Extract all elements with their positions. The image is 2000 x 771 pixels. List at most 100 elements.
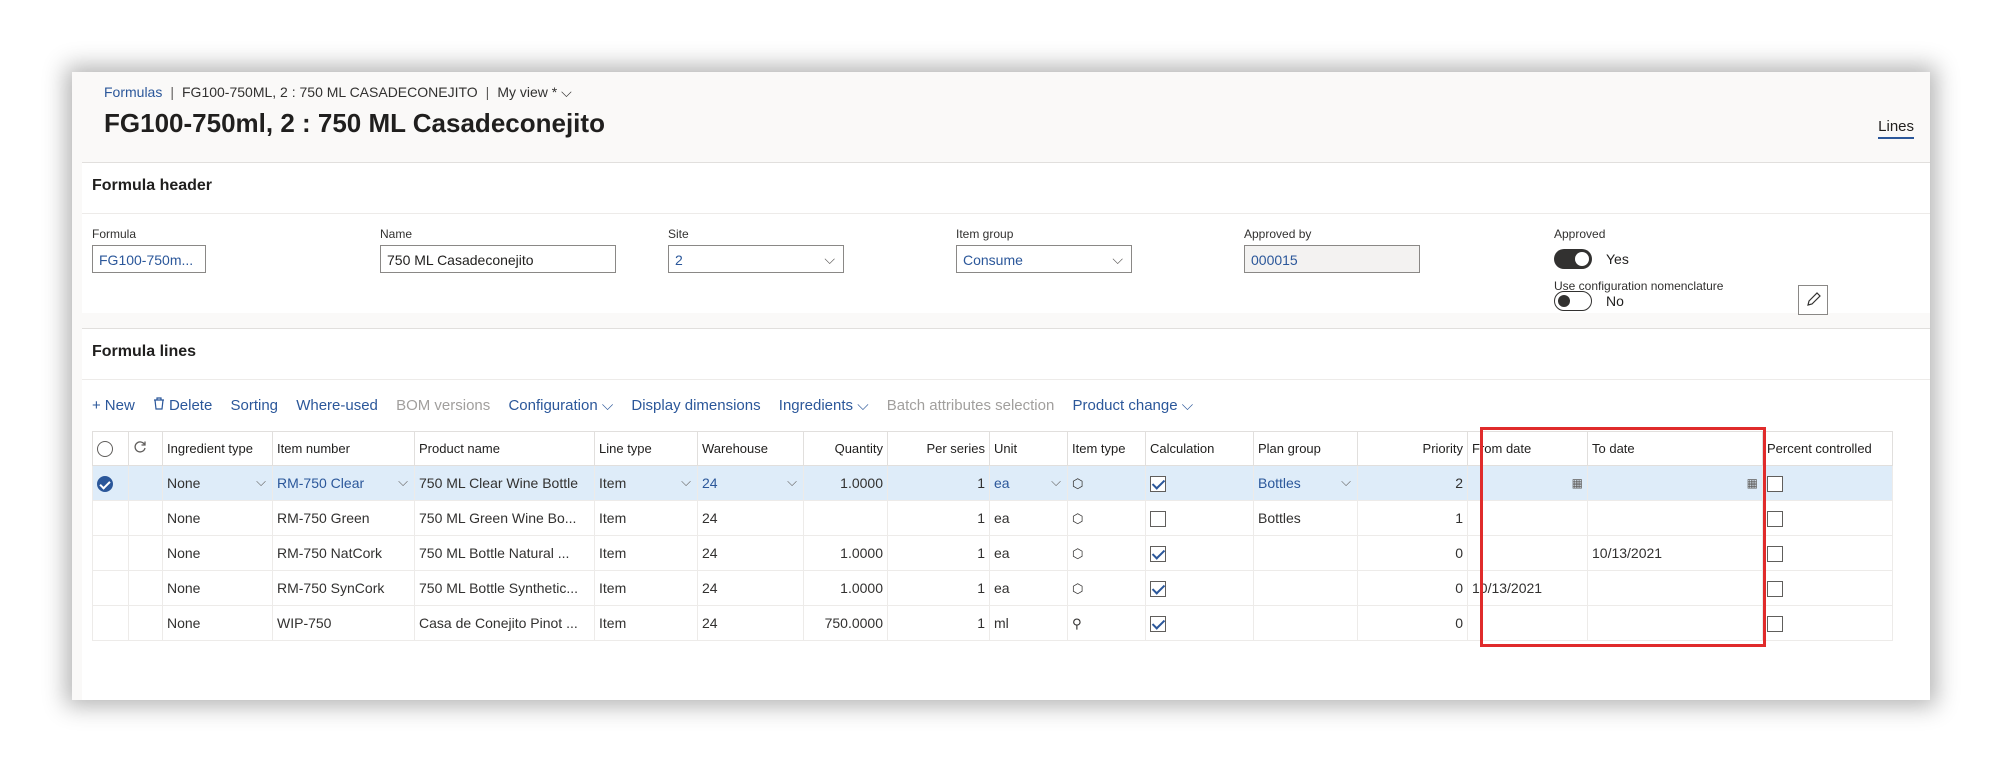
- ingredients-menu[interactable]: Ingredients ⌵: [779, 397, 869, 414]
- warehouse-cell[interactable]: 24: [697, 535, 804, 571]
- column-header-plan-group[interactable]: Plan group: [1253, 431, 1358, 466]
- item-number-cell[interactable]: WIP-750: [272, 605, 415, 641]
- unit-select[interactable]: ea ⌵: [989, 465, 1068, 501]
- calculation-cell[interactable]: [1145, 535, 1254, 571]
- ingredient-type-cell[interactable]: None: [162, 605, 273, 641]
- per-series-cell[interactable]: 1: [887, 500, 990, 536]
- column-header-ingredient-type[interactable]: Ingredient type: [162, 431, 273, 466]
- to-date-cell[interactable]: [1587, 500, 1763, 536]
- plan-group-cell[interactable]: [1253, 535, 1358, 571]
- column-header-item-type[interactable]: Item type: [1067, 431, 1146, 466]
- calculation-cell[interactable]: [1145, 570, 1254, 606]
- product-name-cell[interactable]: 750 ML Bottle Natural ...: [414, 535, 595, 571]
- plan-group-cell[interactable]: [1253, 605, 1358, 641]
- calendar-icon[interactable]: ▦: [1572, 476, 1583, 490]
- item-group-select[interactable]: Consume ⌵: [956, 245, 1132, 273]
- percent-controlled-cell[interactable]: [1762, 605, 1893, 641]
- column-header-from-date[interactable]: From date: [1467, 431, 1588, 466]
- approved-toggle[interactable]: [1554, 249, 1592, 269]
- configuration-menu[interactable]: Configuration ⌵: [508, 397, 613, 414]
- display-dimensions-button[interactable]: Display dimensions: [631, 397, 760, 414]
- calendar-icon[interactable]: ▦: [1747, 476, 1758, 490]
- product-name-cell[interactable]: Casa de Conejito Pinot ...: [414, 605, 595, 641]
- calculation-cell[interactable]: [1145, 465, 1254, 501]
- column-header-unit[interactable]: Unit: [989, 431, 1068, 466]
- line-type-cell[interactable]: Item: [594, 570, 698, 606]
- column-header-product-name[interactable]: Product name: [414, 431, 595, 466]
- per-series-cell[interactable]: 1: [887, 605, 990, 641]
- row-selector[interactable]: [92, 535, 129, 571]
- from-date-cell[interactable]: 10/13/2021: [1467, 570, 1588, 606]
- quantity-cell[interactable]: 1.0000: [803, 535, 888, 571]
- priority-cell[interactable]: 0: [1357, 605, 1468, 641]
- percent-controlled-cell[interactable]: [1762, 535, 1893, 571]
- unit-cell[interactable]: ml: [989, 605, 1068, 641]
- new-button[interactable]: + New: [92, 397, 135, 414]
- row-selector[interactable]: [92, 570, 129, 606]
- unit-cell[interactable]: ea: [989, 570, 1068, 606]
- column-header-calculation[interactable]: Calculation: [1145, 431, 1254, 466]
- delete-button[interactable]: Delete: [153, 397, 212, 414]
- per-series-cell[interactable]: 1: [887, 465, 990, 501]
- breadcrumb-formulas-link[interactable]: Formulas: [104, 84, 162, 100]
- line-type-cell[interactable]: Item: [594, 500, 698, 536]
- to-date-cell[interactable]: [1587, 570, 1763, 606]
- to-date-cell[interactable]: [1587, 605, 1763, 641]
- table-row[interactable]: None RM-750 SynCork 750 ML Bottle Synthe…: [92, 570, 1893, 606]
- column-header-item-number[interactable]: Item number: [272, 431, 415, 466]
- line-type-cell[interactable]: Item: [594, 605, 698, 641]
- unit-cell[interactable]: ea: [989, 535, 1068, 571]
- quantity-cell[interactable]: 1.0000: [803, 465, 888, 501]
- warehouse-select[interactable]: 24 ⌵: [697, 465, 804, 501]
- table-row[interactable]: None RM-750 NatCork 750 ML Bottle Natura…: [92, 535, 1893, 571]
- select-all-radio[interactable]: [97, 440, 113, 457]
- calculation-checkbox[interactable]: [1150, 510, 1166, 527]
- refresh-icon[interactable]: [133, 440, 147, 454]
- line-type-select[interactable]: Item ⌵: [594, 465, 698, 501]
- approved-by-field[interactable]: 000015: [1244, 245, 1420, 273]
- priority-cell[interactable]: 0: [1357, 570, 1468, 606]
- percent-controlled-cell[interactable]: [1762, 500, 1893, 536]
- item-number-cell[interactable]: RM-750 Green: [272, 500, 415, 536]
- select-all-column[interactable]: [92, 431, 129, 466]
- item-number-cell[interactable]: RM-750 NatCork: [272, 535, 415, 571]
- table-row[interactable]: None RM-750 Green 750 ML Green Wine Bo..…: [92, 500, 1893, 536]
- use-config-toggle[interactable]: [1554, 291, 1592, 311]
- per-series-cell[interactable]: 1: [887, 570, 990, 606]
- warehouse-cell[interactable]: 24: [697, 570, 804, 606]
- view-selector[interactable]: My view * ⌵: [497, 84, 571, 100]
- batch-attributes-button[interactable]: Batch attributes selection: [887, 397, 1055, 414]
- percent-controlled-cell[interactable]: [1762, 570, 1893, 606]
- quantity-cell[interactable]: 750.0000: [803, 605, 888, 641]
- name-field[interactable]: 750 ML Casadeconejito: [380, 245, 616, 273]
- row-selector[interactable]: [92, 500, 129, 536]
- bom-versions-button[interactable]: BOM versions: [396, 397, 490, 414]
- from-date-field[interactable]: ▦: [1467, 465, 1588, 501]
- ingredient-type-select[interactable]: None ⌵: [162, 465, 273, 501]
- row-selected-check-icon[interactable]: [97, 475, 113, 492]
- ingredient-type-cell[interactable]: None: [162, 570, 273, 606]
- item-number-select[interactable]: RM-750 Clear ⌵: [272, 465, 415, 501]
- percent-controlled-checkbox[interactable]: [1767, 545, 1783, 562]
- site-select[interactable]: 2 ⌵: [668, 245, 844, 273]
- priority-cell[interactable]: 1: [1357, 500, 1468, 536]
- formula-field[interactable]: FG100-750m...: [92, 245, 206, 273]
- percent-controlled-cell[interactable]: [1762, 465, 1893, 501]
- product-name-cell[interactable]: 750 ML Clear Wine Bottle: [414, 465, 595, 501]
- plan-group-cell[interactable]: [1253, 570, 1358, 606]
- calculation-checkbox[interactable]: [1150, 580, 1166, 597]
- row-selector[interactable]: [92, 605, 129, 641]
- warehouse-cell[interactable]: 24: [697, 500, 804, 536]
- priority-cell[interactable]: 2: [1357, 465, 1468, 501]
- calculation-cell[interactable]: [1145, 500, 1254, 536]
- row-selector[interactable]: [92, 465, 129, 501]
- calculation-checkbox[interactable]: [1150, 475, 1166, 492]
- to-date-cell[interactable]: 10/13/2021: [1587, 535, 1763, 571]
- line-type-cell[interactable]: Item: [594, 535, 698, 571]
- column-header-percent-controlled[interactable]: Percent controlled: [1762, 431, 1893, 466]
- priority-cell[interactable]: 0: [1357, 535, 1468, 571]
- where-used-button[interactable]: Where-used: [296, 397, 378, 414]
- item-number-cell[interactable]: RM-750 SynCork: [272, 570, 415, 606]
- lines-tab[interactable]: Lines: [1878, 118, 1914, 139]
- calculation-cell[interactable]: [1145, 605, 1254, 641]
